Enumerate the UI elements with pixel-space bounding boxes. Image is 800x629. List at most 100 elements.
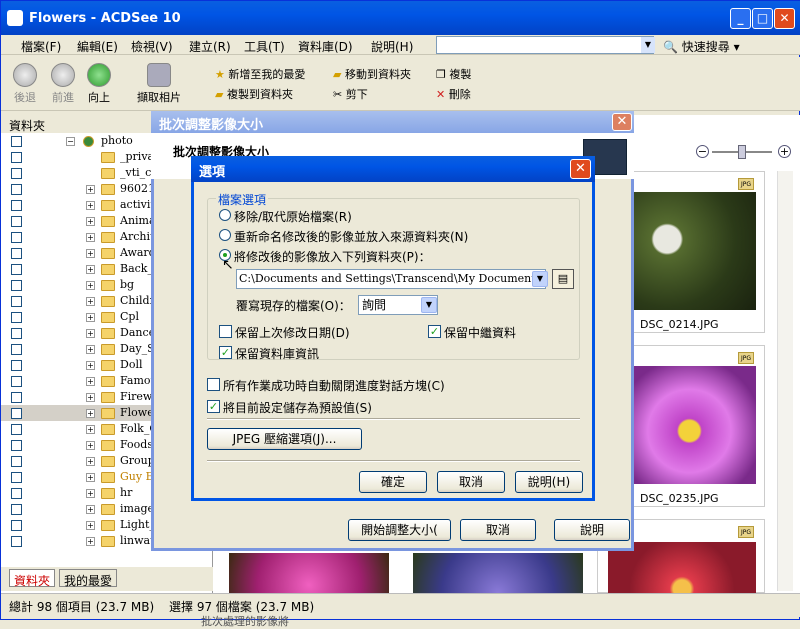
expand-icon[interactable]: + bbox=[86, 249, 95, 258]
expand-icon[interactable]: + bbox=[86, 409, 95, 418]
zoom-in-icon[interactable]: + bbox=[778, 145, 791, 158]
save-default-checkbox[interactable]: ✓ bbox=[207, 400, 220, 413]
expand-icon[interactable]: + bbox=[86, 185, 95, 194]
quick-search-button[interactable]: 🔍 快速搜尋 ▾ bbox=[663, 38, 740, 55]
menu-create[interactable]: 建立(R) bbox=[189, 38, 231, 55]
zoom-slider[interactable]: − + bbox=[696, 145, 792, 159]
zoom-thumb[interactable] bbox=[738, 145, 746, 159]
folder-checkbox[interactable] bbox=[11, 184, 22, 195]
folder-checkbox[interactable] bbox=[11, 376, 22, 387]
expand-icon[interactable]: + bbox=[86, 313, 95, 322]
folder-checkbox[interactable] bbox=[11, 488, 22, 499]
menu-file[interactable]: 檔案(F) bbox=[21, 38, 61, 55]
expand-icon[interactable]: + bbox=[86, 521, 95, 530]
radio-rename[interactable] bbox=[219, 229, 231, 241]
folder-checkbox[interactable] bbox=[11, 392, 22, 403]
keep-date-checkbox[interactable] bbox=[219, 325, 232, 338]
folder-checkbox[interactable] bbox=[11, 360, 22, 371]
menu-help[interactable]: 說明(H) bbox=[371, 38, 413, 55]
folder-checkbox[interactable] bbox=[11, 312, 22, 323]
browse-folder-button[interactable]: ▤ bbox=[552, 269, 574, 289]
close-button[interactable]: ✕ bbox=[774, 8, 795, 29]
menu-database[interactable]: 資料庫(D) bbox=[298, 38, 353, 55]
expand-icon[interactable]: + bbox=[86, 361, 95, 370]
expand-icon[interactable]: + bbox=[86, 201, 95, 210]
folder-checkbox[interactable] bbox=[11, 536, 22, 547]
expand-icon[interactable]: + bbox=[86, 393, 95, 402]
folder-checkbox[interactable] bbox=[11, 200, 22, 211]
delete-button[interactable]: ✕ 刪除 bbox=[436, 86, 471, 102]
folder-checkbox[interactable] bbox=[11, 328, 22, 339]
expand-icon[interactable]: + bbox=[86, 345, 95, 354]
move-to-folder-button[interactable]: ▰ 移動到資料夾 bbox=[333, 66, 411, 82]
keep-meta-checkbox[interactable]: ✓ bbox=[428, 325, 441, 338]
expand-icon[interactable]: + bbox=[86, 425, 95, 434]
folder-checkbox[interactable] bbox=[11, 424, 22, 435]
chevron-down-icon[interactable]: ▼ bbox=[532, 271, 548, 287]
folder-checkbox[interactable] bbox=[11, 504, 22, 515]
expand-icon[interactable]: + bbox=[86, 329, 95, 338]
ok-button[interactable]: 確定 bbox=[359, 471, 427, 493]
add-favorite-button[interactable]: ★ 新增至我的最愛 bbox=[215, 66, 305, 82]
options-close-button[interactable]: ✕ bbox=[570, 159, 591, 179]
expand-icon[interactable]: + bbox=[86, 441, 95, 450]
back-button[interactable]: 後退 bbox=[5, 59, 45, 105]
folder-checkbox[interactable] bbox=[11, 456, 22, 467]
zoom-out-icon[interactable]: − bbox=[696, 145, 709, 158]
folder-checkbox[interactable] bbox=[11, 440, 22, 451]
expand-icon[interactable]: + bbox=[86, 537, 95, 546]
expand-icon[interactable]: + bbox=[86, 473, 95, 482]
up-button[interactable]: 向上 bbox=[79, 59, 119, 105]
folder-checkbox[interactable] bbox=[11, 472, 22, 483]
tab-folders[interactable]: 資料夾 bbox=[9, 569, 56, 588]
forward-button[interactable]: 前進 bbox=[43, 59, 83, 105]
expand-icon[interactable]: + bbox=[86, 505, 95, 514]
cancel-button[interactable]: 取消 bbox=[437, 471, 505, 493]
radio-remove[interactable] bbox=[219, 209, 231, 221]
chevron-down-icon[interactable]: ▼ bbox=[641, 37, 655, 53]
copy-button[interactable]: ❐ 複製 bbox=[436, 66, 471, 82]
folder-checkbox[interactable] bbox=[11, 408, 22, 419]
destination-path-field[interactable]: C:\Documents and Settings\Transcend\My D… bbox=[236, 269, 546, 289]
acquire-button[interactable]: 擷取相片 bbox=[129, 59, 189, 105]
folder-checkbox[interactable] bbox=[11, 280, 22, 291]
folder-checkbox[interactable] bbox=[11, 248, 22, 259]
expand-icon[interactable]: − bbox=[66, 137, 75, 146]
folder-checkbox[interactable] bbox=[11, 296, 22, 307]
copy-to-folder-button[interactable]: ▰ 複製到資料夾 bbox=[215, 86, 293, 102]
folder-checkbox[interactable] bbox=[11, 136, 22, 147]
folder-checkbox[interactable] bbox=[11, 264, 22, 275]
cut-button[interactable]: ✂ 剪下 bbox=[333, 86, 368, 102]
folder-checkbox[interactable] bbox=[11, 520, 22, 531]
batch-cancel-button[interactable]: 取消 bbox=[460, 519, 536, 541]
batch-close-button[interactable]: ✕ bbox=[612, 113, 632, 131]
folder-checkbox[interactable] bbox=[11, 216, 22, 227]
expand-icon[interactable]: + bbox=[86, 377, 95, 386]
expand-icon[interactable]: + bbox=[86, 457, 95, 466]
maximize-button[interactable]: □ bbox=[752, 8, 773, 29]
folder-checkbox[interactable] bbox=[11, 232, 22, 243]
keep-db-checkbox[interactable]: ✓ bbox=[219, 346, 232, 359]
batch-help-button[interactable]: 說明 bbox=[554, 519, 630, 541]
expand-icon[interactable]: + bbox=[86, 281, 95, 290]
minimize-button[interactable]: _ bbox=[730, 8, 751, 29]
start-resize-button[interactable]: 開始調整大小( bbox=[348, 519, 451, 541]
expand-icon[interactable]: + bbox=[86, 297, 95, 306]
expand-icon[interactable]: + bbox=[86, 489, 95, 498]
help-button[interactable]: 說明(H) bbox=[515, 471, 583, 493]
folder-checkbox[interactable] bbox=[11, 152, 22, 163]
expand-icon[interactable]: + bbox=[86, 233, 95, 242]
tab-favorites[interactable]: 我的最愛 bbox=[59, 569, 118, 588]
folder-checkbox[interactable] bbox=[11, 344, 22, 355]
expand-icon[interactable]: + bbox=[86, 217, 95, 226]
chevron-down-icon[interactable]: ▼ bbox=[421, 297, 437, 313]
expand-icon[interactable]: + bbox=[86, 265, 95, 274]
thumbnail-scrollbar[interactable] bbox=[777, 171, 793, 591]
menu-view[interactable]: 檢視(V) bbox=[131, 38, 173, 55]
folder-checkbox[interactable] bbox=[11, 168, 22, 179]
jpeg-options-button[interactable]: JPEG 壓縮選項(J)... bbox=[207, 428, 362, 450]
menu-edit[interactable]: 編輯(E) bbox=[77, 38, 118, 55]
menu-tools[interactable]: 工具(T) bbox=[244, 38, 285, 55]
auto-close-checkbox[interactable] bbox=[207, 378, 220, 391]
search-input[interactable] bbox=[436, 36, 654, 54]
